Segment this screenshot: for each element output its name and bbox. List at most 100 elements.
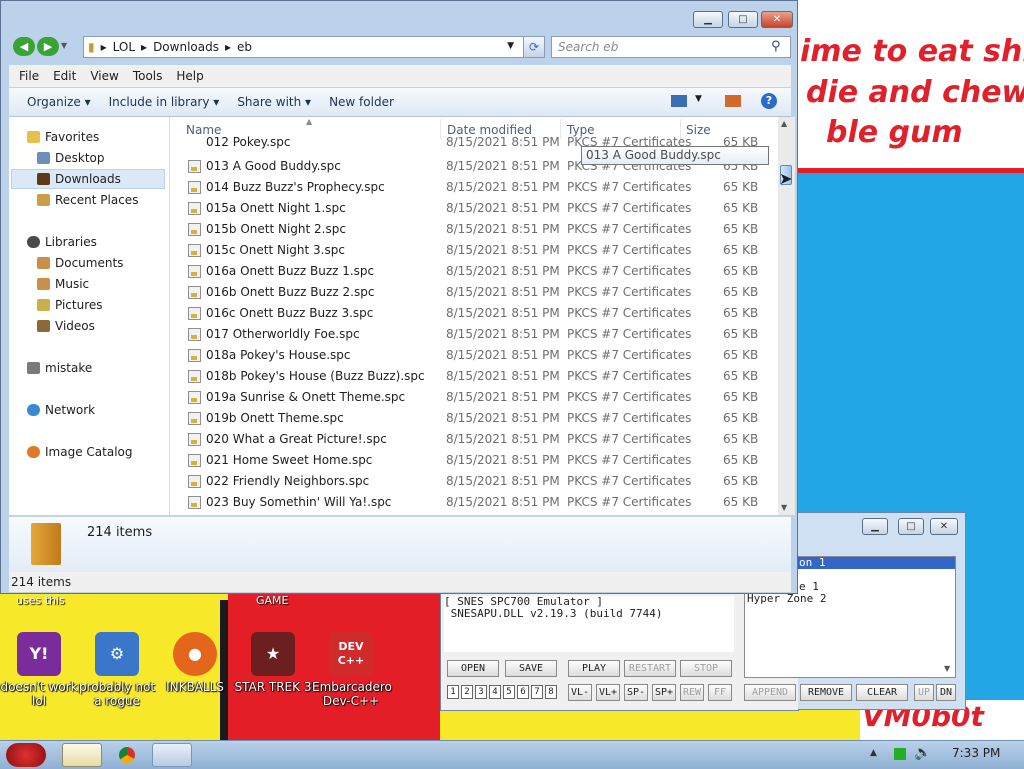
search-icon[interactable]: ⚲ — [771, 39, 781, 54]
channel-8-toggle[interactable]: 8 — [545, 685, 557, 699]
nav-libraries[interactable]: Libraries — [27, 232, 187, 252]
file-row[interactable]: 018a Pokey's House.spc 8/15/2021 8:51 PM P… — [170, 345, 778, 366]
channel-5-toggle[interactable]: 5 — [503, 685, 515, 699]
menu-view[interactable]: View — [90, 69, 118, 83]
preview-pane-icon[interactable] — [725, 95, 741, 107]
file-row[interactable]: 015c Onett Night 3.spc 8/15/2021 8:51 PM P… — [170, 240, 778, 261]
file-row[interactable]: 023 Buy Somethin' Will Ya!.spc 8/15/2021 … — [170, 492, 778, 513]
desktop-icon-devcpp[interactable]: DEV C++ Embarcadero Dev-C++ — [312, 632, 392, 708]
rewind-button[interactable]: REW — [680, 684, 704, 701]
nav-network[interactable]: Network — [27, 400, 187, 420]
show-hidden-icons-icon[interactable]: ▲ — [870, 748, 877, 758]
scroll-down-icon[interactable]: ▼ — [781, 503, 787, 512]
volume-icon[interactable]: 🔈 — [914, 745, 931, 761]
file-row[interactable]: 019a Sunrise & Onett Theme.spc 8/15/2021 … — [170, 387, 778, 408]
breadcrumb-eb[interactable]: eb — [237, 40, 252, 54]
search-input[interactable]: Search eb — [551, 36, 791, 58]
file-row[interactable]: 020 What a Great Picture!.spc 8/15/2021 8… — [170, 429, 778, 450]
file-row[interactable]: 014 Buzz Buzz's Prophecy.spc 8/15/2021 8:… — [170, 177, 778, 198]
file-date: 8/15/2021 8:51 PM — [446, 285, 560, 299]
desktop-icon-star-trek[interactable]: ★ STAR TREK 3 — [234, 632, 312, 694]
include-in-library-button[interactable]: Include in library ▾ — [109, 95, 220, 109]
menu-help[interactable]: Help — [176, 69, 203, 83]
desktop-icon-rogue[interactable]: ⚙ probably not a rogue — [78, 632, 156, 708]
channel-1-toggle[interactable]: 1 — [447, 685, 459, 699]
view-dropdown-icon[interactable]: ▼ — [695, 94, 702, 104]
file-row[interactable]: 016a Onett Buzz Buzz 1.spc 8/15/2021 8:51… — [170, 261, 778, 282]
save-button[interactable]: SAVE — [505, 660, 557, 677]
channel-2-toggle[interactable]: 2 — [461, 685, 473, 699]
channel-4-toggle[interactable]: 4 — [489, 685, 501, 699]
tray-app-icon[interactable] — [894, 748, 906, 760]
minimize-button[interactable]: ▁ — [693, 11, 723, 28]
breadcrumb-downloads[interactable]: Downloads — [153, 40, 219, 54]
clear-button[interactable]: CLEAR — [856, 684, 908, 701]
file-row[interactable]: 021 Home Sweet Home.spc 8/15/2021 8:51 PM… — [170, 450, 778, 471]
organize-button[interactable]: Organize ▾ — [27, 95, 91, 109]
clock-time[interactable]: 7:33 PM — [952, 746, 1000, 760]
append-button[interactable]: APPEND — [744, 684, 796, 701]
help-icon[interactable]: ? — [761, 93, 777, 109]
taskbar-chrome-icon[interactable] — [110, 743, 144, 767]
player-minimize-button[interactable]: ▁ — [862, 518, 888, 535]
restart-button[interactable]: RESTART — [624, 660, 676, 677]
view-options-icon[interactable] — [671, 95, 687, 107]
file-row[interactable]: 015b Onett Night 2.spc 8/15/2021 8:51 PM P… — [170, 219, 778, 240]
volume-up-button[interactable]: VL+ — [596, 684, 620, 701]
file-row[interactable]: 019b Onett Theme.spc 8/15/2021 8:51 PM PKC… — [170, 408, 778, 429]
forward-button[interactable]: ▶ — [37, 37, 59, 56]
new-folder-button[interactable]: New folder — [329, 95, 394, 109]
player-maximize-button[interactable]: □ — [898, 518, 924, 535]
file-row[interactable]: 022 Friendly Neighbors.spc 8/15/2021 8:51… — [170, 471, 778, 492]
channel-6-toggle[interactable]: 6 — [517, 685, 529, 699]
refresh-icon[interactable]: ⟳ — [523, 36, 545, 58]
share-with-button[interactable]: Share with ▾ — [237, 95, 311, 109]
nav-favorites[interactable]: Favorites — [27, 127, 187, 147]
nav-image-catalog[interactable]: Image Catalog — [27, 442, 187, 462]
channel-7-toggle[interactable]: 7 — [531, 685, 543, 699]
taskbar-explorer-icon[interactable] — [62, 743, 102, 767]
file-row[interactable]: 018b Pokey's House (Buzz Buzz).spc 8/15/2… — [170, 366, 778, 387]
file-row[interactable]: 017 Otherworldly Foe.spc 8/15/2021 8:51 P… — [170, 324, 778, 345]
open-button[interactable]: OPEN — [447, 660, 499, 677]
back-button[interactable]: ◀ — [13, 37, 35, 56]
menu-edit[interactable]: Edit — [53, 69, 76, 83]
play-button[interactable]: PLAY — [568, 660, 620, 677]
move-up-button[interactable]: UP — [914, 684, 934, 701]
speed-up-button[interactable]: SP+ — [652, 684, 676, 701]
address-row: ◀ ▶ ▼ ▮ ▸ LOL ▸ Downloads ▸ eb ▼ ⟳ Searc… — [9, 34, 791, 60]
address-bar[interactable]: ▮ ▸ LOL ▸ Downloads ▸ eb ▼ — [83, 36, 527, 58]
taskbar-spc-player-icon[interactable] — [152, 743, 192, 767]
start-button-angry-bird-icon[interactable] — [6, 743, 46, 767]
menu-tools[interactable]: Tools — [133, 69, 163, 83]
nav-mistake[interactable]: mistake — [27, 358, 187, 378]
volume-down-button[interactable]: VL- — [568, 684, 592, 701]
recent-pages-icon[interactable]: ▼ — [61, 41, 67, 50]
meme-divider — [798, 168, 1024, 173]
player-close-button[interactable]: ✕ — [930, 518, 958, 535]
desktop-icon-inkballs[interactable]: ● INKBALLS — [156, 632, 234, 694]
desktop-icon-yahoo[interactable]: Y! doesn't work lol — [0, 632, 78, 708]
file-row[interactable]: 015a Onett Night 1.spc 8/15/2021 8:51 PM P… — [170, 198, 778, 219]
stop-button[interactable]: STOP — [680, 660, 732, 677]
file-name: 017 Otherworldly Foe.spc — [206, 327, 360, 341]
channel-3-toggle[interactable]: 3 — [475, 685, 487, 699]
remove-button[interactable]: REMOVE — [800, 684, 852, 701]
certificate-file-icon — [188, 433, 201, 446]
maximize-button[interactable]: □ — [728, 11, 758, 28]
speed-down-button[interactable]: SP- — [624, 684, 648, 701]
menu-file[interactable]: File — [19, 69, 39, 83]
file-type: PKCS #7 Certificates — [567, 264, 692, 278]
playlist-item[interactable]: Hyper Zone 2 — [745, 593, 955, 605]
playlist-scroll-down-icon[interactable]: ▼ — [944, 664, 954, 674]
address-dropdown-icon[interactable]: ▼ — [507, 41, 514, 51]
file-row[interactable]: 016c Onett Buzz Buzz 3.spc 8/15/2021 8:51… — [170, 303, 778, 324]
certificate-file-icon — [188, 412, 201, 425]
scroll-up-icon[interactable]: ▲ — [781, 119, 787, 128]
close-button[interactable]: ✕ — [761, 11, 793, 28]
breadcrumb-lol[interactable]: LOL — [113, 40, 135, 54]
breadcrumb-separator-icon: ▸ — [141, 40, 148, 54]
move-down-button[interactable]: DN — [936, 684, 956, 701]
fast-forward-button[interactable]: FF — [708, 684, 732, 701]
file-row[interactable]: 016b Onett Buzz Buzz 2.spc 8/15/2021 8:51… — [170, 282, 778, 303]
